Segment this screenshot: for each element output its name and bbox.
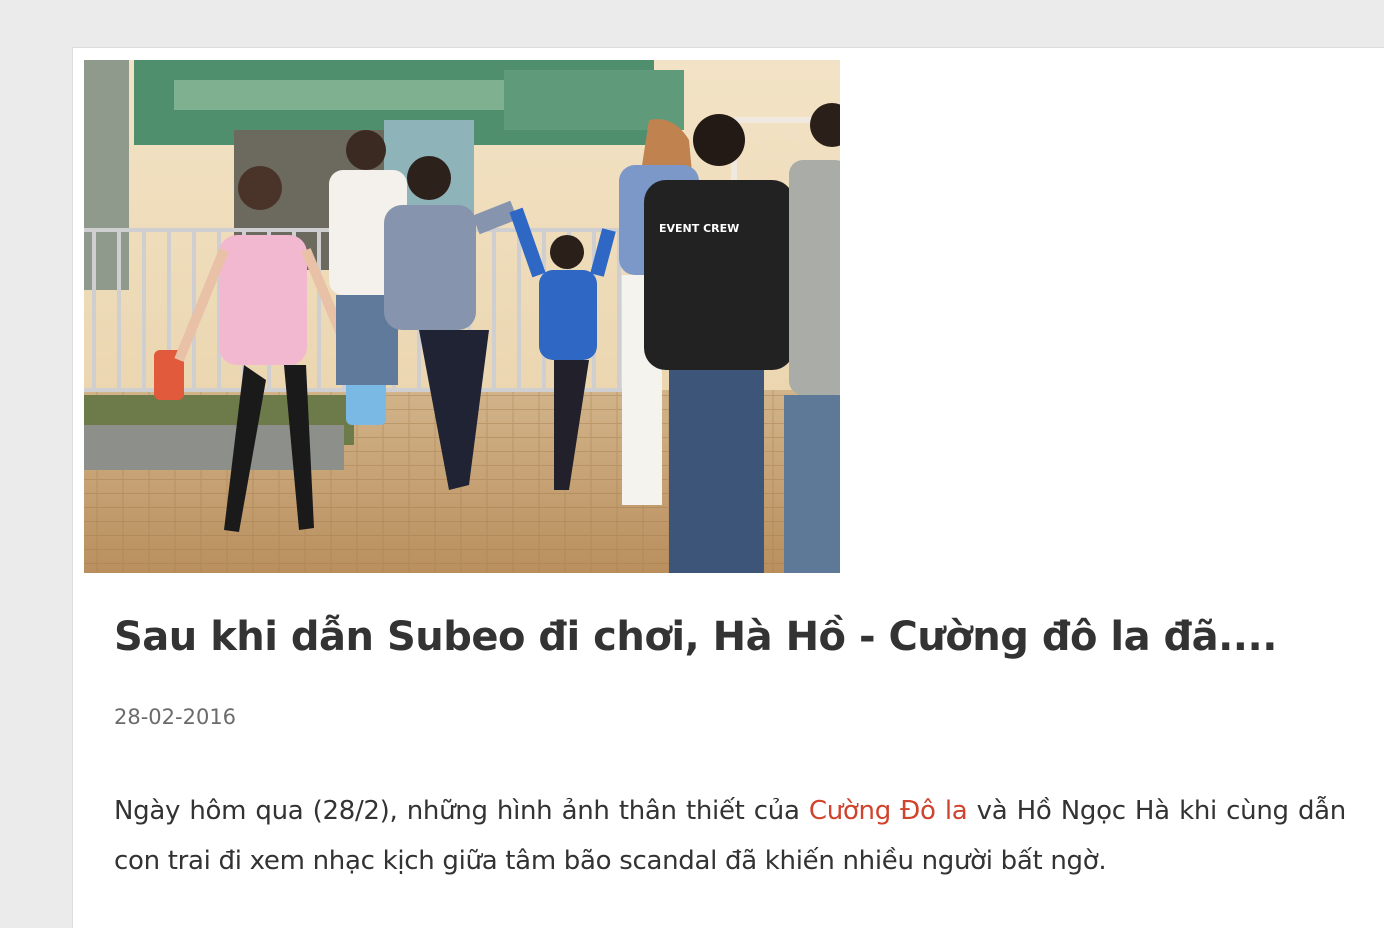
summary-text-before: Ngày hôm qua (28/2), những hình ảnh thân… bbox=[114, 796, 809, 826]
article-date: 28-02-2016 bbox=[114, 705, 237, 729]
person-link[interactable]: Cường Đô la bbox=[809, 796, 968, 826]
article-image[interactable]: EVENT CREW bbox=[84, 60, 840, 573]
event-crew-print: EVENT CREW bbox=[659, 222, 739, 235]
article-card: EVENT CREW Sau khi dẫn Subeo đi chơi, Hà… bbox=[72, 47, 1384, 928]
article-summary: Ngày hôm qua (28/2), những hình ảnh thân… bbox=[114, 786, 1346, 886]
article-title[interactable]: Sau khi dẫn Subeo đi chơi, Hà Hồ - Cường… bbox=[114, 614, 1277, 660]
